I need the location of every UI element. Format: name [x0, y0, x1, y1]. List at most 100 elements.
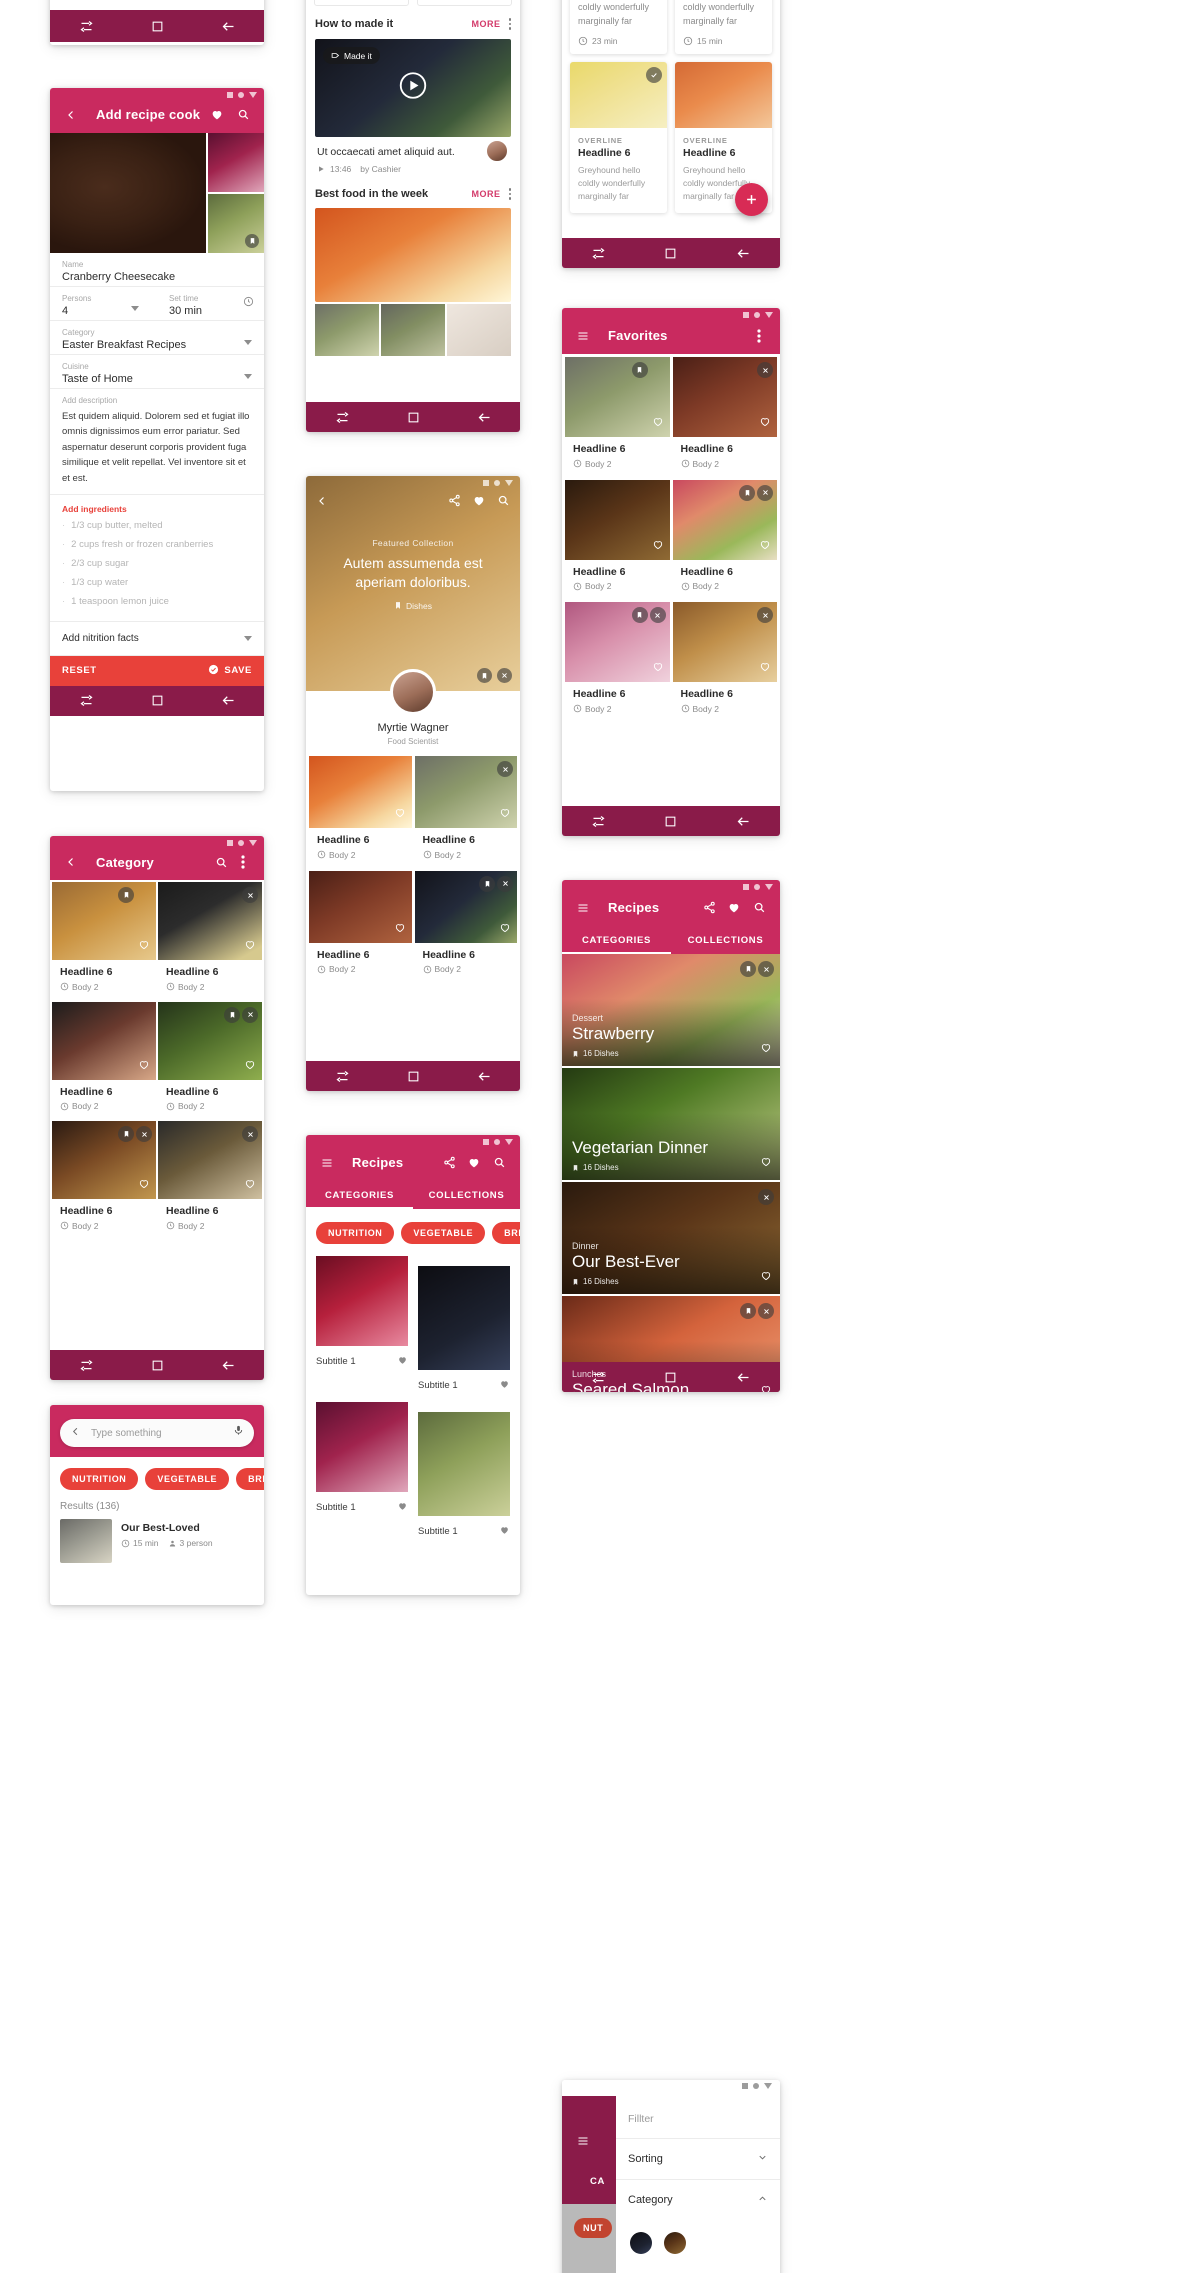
- window-controls[interactable]: [742, 2083, 772, 2089]
- collection-item[interactable]: Dinner Our Best-Ever 16 Dishes: [562, 1182, 780, 1294]
- bookmark-icon[interactable]: [740, 961, 756, 977]
- grid-item[interactable]: Headline 6 Body 2: [52, 1001, 156, 1120]
- top-card-2[interactable]: Body 2: [417, 0, 512, 6]
- item-photo[interactable]: [52, 1001, 156, 1080]
- close-icon[interactable]: [757, 607, 773, 624]
- home-square-icon[interactable]: [407, 1070, 420, 1083]
- chevron-up-icon[interactable]: [757, 2191, 768, 2209]
- heart-icon[interactable]: [206, 104, 228, 126]
- recipe-thumb-2[interactable]: [206, 192, 264, 253]
- best-food-photo[interactable]: [315, 208, 511, 302]
- filter-avatar[interactable]: [664, 2232, 686, 2254]
- heart-icon[interactable]: [652, 537, 664, 555]
- filter-chip[interactable]: BREAKFAST: [492, 1222, 520, 1244]
- heart-icon[interactable]: [394, 805, 406, 823]
- filter-chip[interactable]: VEGETABLE: [145, 1468, 230, 1490]
- heart-icon[interactable]: [499, 805, 511, 823]
- check-icon[interactable]: [646, 67, 662, 83]
- bookmark-icon[interactable]: [740, 1303, 756, 1319]
- item-photo[interactable]: [158, 882, 262, 960]
- ingredient-item[interactable]: · 1 teaspoon lemon juice: [62, 596, 252, 607]
- recipe-hero-photo[interactable]: [50, 133, 206, 253]
- heart-icon[interactable]: [499, 1522, 510, 1540]
- bookmark-icon[interactable]: [631, 607, 648, 624]
- share-icon[interactable]: [698, 897, 720, 919]
- save-check-icon[interactable]: [208, 662, 219, 680]
- reset-button[interactable]: RESET: [62, 665, 97, 676]
- android-nav-bar[interactable]: [306, 402, 520, 432]
- android-nav-bar[interactable]: [50, 1350, 264, 1380]
- video-thumbnail[interactable]: Made it: [315, 39, 511, 137]
- tile-photo[interactable]: [316, 1256, 408, 1346]
- filter-row[interactable]: Sorting: [616, 2138, 780, 2179]
- search-input[interactable]: Type something: [91, 1428, 233, 1439]
- grid-item[interactable]: Headline 6 Body 2: [414, 870, 517, 983]
- heart-icon[interactable]: [760, 1268, 772, 1286]
- grid-item[interactable]: Headline 6 Body 2: [672, 357, 777, 477]
- field-cuisine[interactable]: Cuisine Taste of Home: [50, 355, 264, 389]
- nutrition-row[interactable]: Add nitrition facts: [50, 622, 264, 656]
- bookmark-icon[interactable]: [245, 234, 259, 248]
- tile-item[interactable]: Subtitle 1: [316, 1256, 408, 1394]
- item-photo[interactable]: [309, 756, 412, 828]
- grid-item[interactable]: Headline 6 Body 2: [158, 1121, 262, 1239]
- chevron-down-icon[interactable]: [757, 2150, 768, 2168]
- grid-item[interactable]: Headline 6 Body 2: [309, 756, 412, 868]
- heart-icon[interactable]: [499, 1376, 510, 1394]
- heart-icon[interactable]: [723, 897, 745, 919]
- close-icon[interactable]: [242, 887, 258, 903]
- grid-item[interactable]: Headline 6 Body 2: [672, 479, 777, 600]
- back-icon[interactable]: [316, 494, 328, 512]
- share-icon[interactable]: [448, 494, 461, 512]
- android-nav-bar[interactable]: [562, 238, 780, 268]
- close-icon[interactable]: [497, 761, 513, 777]
- top-card-1[interactable]: Body 2: [314, 0, 409, 6]
- heart-icon[interactable]: [138, 937, 150, 955]
- heart-icon[interactable]: [244, 1057, 256, 1075]
- time-card-2[interactable]: coldly wonderfully marginally far 15 min: [675, 0, 772, 54]
- chip-nutrition-partial[interactable]: NUT: [574, 2218, 613, 2238]
- heart-icon[interactable]: [499, 920, 511, 938]
- tile-photo[interactable]: [316, 1402, 408, 1492]
- field-value[interactable]: Easter Breakfast Recipes: [62, 339, 252, 351]
- android-nav-bar[interactable]: [50, 10, 264, 42]
- recents-icon[interactable]: [335, 410, 350, 425]
- more-vertical-icon[interactable]: [232, 851, 254, 873]
- tile-photo[interactable]: [418, 1412, 510, 1516]
- field-value[interactable]: Cranberry Cheesecake: [62, 271, 252, 283]
- window-controls[interactable]: [483, 1139, 513, 1145]
- more-link[interactable]: MORE: [472, 19, 501, 29]
- home-square-icon[interactable]: [151, 1359, 164, 1372]
- avatar[interactable]: [485, 139, 509, 163]
- ingredient-item[interactable]: · 1/3 cup water: [62, 577, 252, 588]
- recents-icon[interactable]: [79, 1358, 94, 1373]
- recipe-thumb-1[interactable]: [206, 133, 264, 192]
- ingredient-item[interactable]: · 1/3 cup butter, melted: [62, 520, 252, 531]
- item-photo[interactable]: [565, 479, 670, 560]
- close-icon[interactable]: [757, 362, 773, 378]
- heart-icon[interactable]: [472, 494, 486, 512]
- hamburger-icon[interactable]: [572, 325, 594, 347]
- recents-icon[interactable]: [79, 693, 94, 708]
- close-icon[interactable]: [758, 1303, 774, 1319]
- microphone-icon[interactable]: [233, 1424, 244, 1442]
- close-icon[interactable]: [758, 961, 774, 977]
- search-icon[interactable]: [497, 494, 510, 512]
- item-photo[interactable]: [565, 602, 670, 683]
- field-name[interactable]: Name Cranberry Cheesecake: [50, 253, 264, 287]
- best-food-thumb[interactable]: [381, 304, 445, 356]
- card-photo[interactable]: [675, 62, 772, 128]
- collection-item[interactable]: Dessert Strawberry 16 Dishes: [562, 954, 780, 1066]
- grid-item[interactable]: Headline 6 Body 2: [158, 882, 262, 1000]
- fab-add-button[interactable]: [735, 183, 768, 216]
- ingredient-item[interactable]: · 2 cups fresh or frozen cranberries: [62, 539, 252, 550]
- window-controls[interactable]: [227, 92, 257, 98]
- item-photo[interactable]: [672, 602, 777, 683]
- heart-icon[interactable]: [759, 537, 771, 555]
- hamburger-icon[interactable]: [576, 2134, 590, 2152]
- search-icon[interactable]: [748, 897, 770, 919]
- filter-chip[interactable]: NUTRITION: [60, 1468, 139, 1490]
- back-icon[interactable]: [70, 1424, 81, 1442]
- search-icon[interactable]: [210, 851, 232, 873]
- description-text[interactable]: Est quidem aliquid. Dolorem sed et fugia…: [62, 409, 252, 486]
